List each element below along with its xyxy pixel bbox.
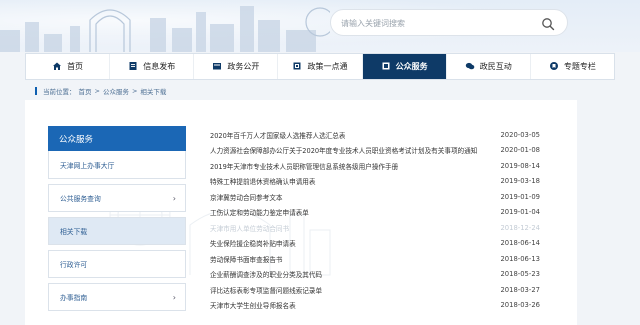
- sidebar-item-label: 行政许可: [60, 261, 88, 269]
- sidebar-item-guide[interactable]: 办事指南 ›: [48, 283, 186, 311]
- sidebar-item-admin-license[interactable]: 行政许可: [48, 250, 186, 278]
- breadcrumb-prefix: 当前位置：: [43, 88, 76, 96]
- nav-item-policy[interactable]: 政策一点通: [278, 54, 363, 79]
- nav-label: 政务公开: [227, 62, 260, 71]
- sidebar-item-downloads[interactable]: 相关下载: [48, 217, 186, 245]
- list-item[interactable]: 工伤认定和劳动能力鉴定申请表单 2019-01-04: [210, 205, 540, 221]
- list-item-date: 2019-01-09: [500, 192, 540, 201]
- sidebar-item-online-hall[interactable]: 天津网上办事大厅: [48, 151, 186, 179]
- list-item-date: 2020-01-08: [500, 146, 540, 155]
- list-item[interactable]: 评比达标表彰专项监督问题线索记录单 2018-03-27: [210, 282, 540, 298]
- list-item-title[interactable]: 2019年天津市专业技术人员职称管理信息系统各级用户操作手册: [210, 161, 398, 171]
- list-item-title[interactable]: 京津冀劳动合同参考文本: [210, 192, 283, 202]
- breadcrumb-separator: >: [131, 87, 138, 95]
- nav-item-special[interactable]: 专题专栏: [531, 54, 614, 79]
- list-item-date: 2018-03-26: [500, 301, 540, 310]
- breadcrumb-public-service[interactable]: 公众服务: [103, 86, 129, 96]
- chevron-right-icon: ›: [172, 193, 176, 203]
- sidebar-item-label: 相关下载: [60, 228, 88, 236]
- sidebar: 公众服务 天津网上办事大厅 公共服务查询 › 相关下载 行政许可 办事指南 ›: [48, 126, 186, 311]
- document-icon: [128, 61, 138, 73]
- chevron-right-icon: ›: [172, 292, 176, 302]
- nav-label: 信息发布: [143, 62, 176, 71]
- nav-item-gov-affairs[interactable]: 政务公开: [194, 54, 279, 79]
- breadcrumb-marker: [35, 87, 37, 95]
- list-item-date: 2019-08-14: [500, 161, 540, 170]
- sidebar-item-label: 天津网上办事大厅: [60, 161, 115, 170]
- list-item-title[interactable]: 天津市用人单位劳动合同书: [210, 223, 289, 233]
- nav-label: 专题专栏: [563, 62, 596, 71]
- bookmark-icon: [549, 61, 559, 73]
- nav-label: 首页: [67, 62, 84, 71]
- list-item-date: 2018-06-14: [500, 239, 540, 248]
- list-item-title[interactable]: 工伤认定和劳动能力鉴定申请表单: [210, 207, 309, 217]
- sidebar-item-service-query[interactable]: 公共服务查询 ›: [48, 184, 186, 212]
- nav-label: 公众服务: [395, 62, 428, 71]
- list-item[interactable]: 2019年天津市专业技术人员职称管理信息系统各级用户操作手册 2019-08-1…: [210, 158, 540, 174]
- breadcrumb-downloads[interactable]: 相关下载: [140, 86, 166, 96]
- sidebar-item-label: 公共服务查询: [60, 195, 101, 203]
- sidebar-title: 公众服务: [48, 126, 186, 151]
- download-list: 2020年百千万人才国家级人选推荐人选汇总表 2020-03-05 人力资源社会…: [210, 127, 540, 313]
- list-item-title[interactable]: 企业薪酬调查涉及的职业分类及其代码: [210, 269, 322, 279]
- breadcrumb-separator: >: [94, 87, 100, 95]
- list-item-title[interactable]: 2020年百千万人才国家级人选推荐人选汇总表: [210, 130, 345, 140]
- search-input[interactable]: [341, 15, 531, 31]
- list-item-title[interactable]: 评比达标表彰专项监督问题线索记录单: [210, 285, 322, 295]
- service-icon: [381, 61, 391, 73]
- list-item[interactable]: 天津市大学生创业导师报名表 2018-03-26: [210, 298, 540, 314]
- list-item-date: 2018-05-23: [500, 270, 540, 279]
- list-item[interactable]: 人力资源社会保障部办公厅关于2020年度专业技术人员职业资格考试计划及有关事项的…: [210, 143, 540, 159]
- list-item[interactable]: 特殊工种提前退休资格确认申请用表 2019-03-18: [210, 174, 540, 190]
- nav-label: 政民互动: [479, 62, 512, 71]
- list-item-title[interactable]: 劳动保障书面审查报告书: [210, 254, 283, 264]
- list-item-date: 2020-03-05: [500, 130, 540, 139]
- nav-item-news[interactable]: 信息发布: [110, 54, 195, 79]
- search-icon[interactable]: [541, 16, 555, 31]
- list-item[interactable]: 失业保险援企稳岗补贴申请表 2018-06-14: [210, 236, 540, 252]
- sidebar-item-label: 办事指南: [60, 294, 88, 302]
- header-banner: [0, 0, 640, 52]
- list-item-date: 2018-03-27: [500, 285, 540, 294]
- city-skyline-illustration: [0, 6, 330, 52]
- main-nav: 首页 信息发布 政务公开 政策一点通 公众服务 政民互动 专题专栏: [25, 53, 615, 80]
- breadcrumb-home[interactable]: 首页: [79, 86, 92, 96]
- breadcrumb: 当前位置： 首页 > 公众服务 > 相关下载: [35, 86, 166, 96]
- list-item-title[interactable]: 失业保险援企稳岗补贴申请表: [210, 238, 296, 248]
- nav-item-public-service[interactable]: 公众服务: [362, 54, 447, 79]
- chat-icon: [465, 61, 475, 73]
- list-item[interactable]: 企业薪酬调查涉及的职业分类及其代码 2018-05-23: [210, 267, 540, 283]
- list-item-title[interactable]: 特殊工种提前退休资格确认申请用表: [210, 176, 316, 186]
- nav-item-interaction[interactable]: 政民互动: [447, 54, 531, 79]
- list-item-date: 2018-06-13: [500, 254, 540, 263]
- nav-label: 政策一点通: [307, 62, 348, 71]
- home-icon: [52, 61, 62, 73]
- list-item[interactable]: 劳动保障书面审查报告书 2018-06-13: [210, 251, 540, 267]
- list-item-title[interactable]: 人力资源社会保障部办公厅关于2020年度专业技术人员职业资格考试计划及有关事项的…: [210, 145, 477, 155]
- list-item-date: 2019-01-04: [500, 208, 540, 217]
- folder-icon: [212, 61, 222, 73]
- list-item[interactable]: 2020年百千万人才国家级人选推荐人选汇总表 2020-03-05: [210, 127, 540, 143]
- search-box: [330, 9, 568, 36]
- book-icon: [292, 61, 302, 73]
- list-item-date: 2019-03-18: [500, 177, 540, 186]
- list-item-title[interactable]: 天津市大学生创业导师报名表: [210, 300, 296, 310]
- list-item-date: 2018-12-24: [500, 223, 540, 232]
- list-item[interactable]: 天津市用人单位劳动合同书 2018-12-24: [210, 220, 540, 236]
- nav-item-home[interactable]: 首页: [26, 54, 111, 79]
- list-item[interactable]: 京津冀劳动合同参考文本 2019-01-09: [210, 189, 540, 205]
